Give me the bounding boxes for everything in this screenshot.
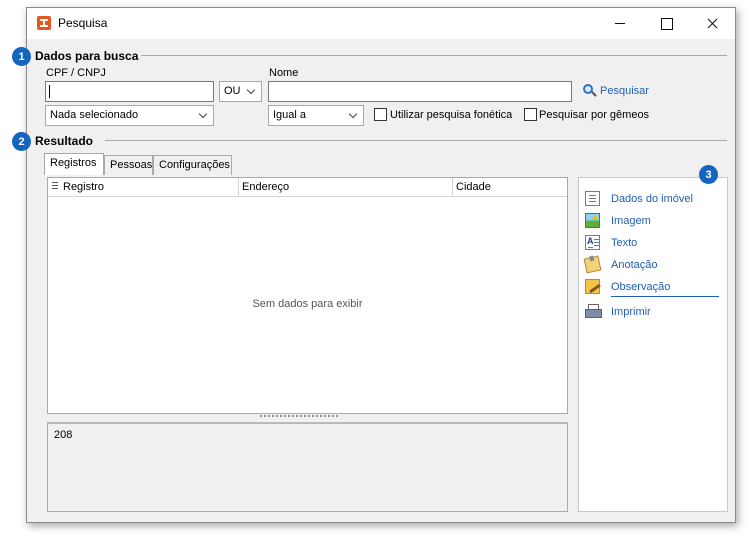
twins-checkbox[interactable] (524, 108, 537, 121)
note-icon (583, 255, 602, 274)
cpf-input[interactable] (45, 81, 214, 102)
match-mode-value: Igual a (273, 109, 307, 121)
column-header-endereco[interactable]: Endereço (242, 181, 289, 193)
column-chooser-icon[interactable] (52, 182, 58, 192)
tab-configuracoes[interactable]: Configurações (153, 155, 232, 175)
window-title: Pesquisa (58, 16, 108, 30)
observation-icon (585, 279, 600, 294)
phonetic-checkbox-label[interactable]: Utilizar pesquisa fonética (390, 109, 512, 121)
cpf-label: CPF / CNPJ (46, 67, 106, 79)
name-label: Nome (269, 67, 299, 79)
search-type-value: Nada selecionado (50, 109, 139, 121)
search-icon[interactable] (582, 83, 597, 98)
action-label: Dados do imóvel (611, 193, 693, 205)
maximize-button[interactable] (643, 8, 689, 39)
tab-registros[interactable]: Registros (44, 153, 104, 175)
column-header-cidade[interactable]: Cidade (456, 181, 491, 193)
step-badge-1: 1 (12, 47, 31, 66)
name-input[interactable] (268, 81, 572, 102)
results-grid[interactable]: Registro Endereço Cidade Sem dados para … (47, 177, 568, 414)
phonetic-checkbox[interactable] (374, 108, 387, 121)
action-imprimir[interactable]: Imprimir (585, 303, 721, 321)
text-icon (585, 235, 600, 250)
action-label: Imprimir (611, 306, 651, 318)
search-type-select[interactable]: Nada selecionado (45, 105, 214, 126)
operator-select-value: OU (224, 85, 241, 97)
action-imagem[interactable]: Imagem (585, 212, 721, 230)
empty-grid-message: Sem dados para exibir (252, 298, 363, 310)
twins-checkbox-label[interactable]: Pesquisar por gêmeos (539, 109, 649, 121)
result-section-divider (105, 140, 727, 141)
app-logo-icon (37, 16, 51, 30)
image-icon (585, 213, 600, 228)
action-label: Anotação (611, 259, 658, 271)
grid-header: Registro Endereço Cidade (48, 178, 567, 197)
action-dados-imovel[interactable]: Dados do imóvel (585, 190, 721, 208)
memo-value: 208 (54, 429, 73, 441)
search-window: Pesquisa 1 Dados para busca CPF / CNPJ O… (12, 7, 736, 523)
search-section-title: Dados para busca (35, 49, 139, 63)
search-link[interactable]: Pesquisar (600, 85, 649, 97)
document-icon (585, 191, 600, 206)
column-separator[interactable] (238, 178, 239, 197)
match-mode-select[interactable]: Igual a (268, 105, 364, 126)
column-header-registro[interactable]: Registro (63, 181, 104, 193)
action-anotacao[interactable]: Anotação (583, 255, 721, 274)
action-label: Observação (611, 281, 671, 293)
text-cursor (49, 85, 50, 98)
column-separator[interactable] (452, 178, 453, 197)
details-memo[interactable]: 208 (47, 422, 568, 512)
action-label: Texto (611, 237, 638, 249)
tab-pessoas[interactable]: Pessoas (104, 155, 153, 175)
side-panel-divider (611, 296, 719, 297)
minimize-button[interactable] (597, 8, 643, 39)
close-button[interactable] (689, 8, 735, 39)
title-bar: Pesquisa (27, 8, 735, 39)
step-badge-2: 2 (12, 132, 31, 151)
actions-panel: Dados do imóvel Imagem Texto Anotação Ob… (578, 177, 728, 512)
action-texto[interactable]: Texto (585, 234, 721, 252)
splitter-handle[interactable] (259, 414, 339, 419)
action-label: Imagem (611, 215, 651, 227)
printer-icon (585, 304, 602, 319)
result-section-title: Resultado (35, 134, 94, 148)
search-section-divider (141, 55, 727, 56)
chevron-down-icon (348, 109, 358, 119)
chevron-down-icon (198, 109, 208, 119)
step-badge-3: 3 (699, 165, 718, 184)
action-observacao[interactable]: Observação (585, 278, 721, 296)
chevron-down-icon (246, 85, 256, 95)
operator-select[interactable]: OU (219, 81, 262, 102)
